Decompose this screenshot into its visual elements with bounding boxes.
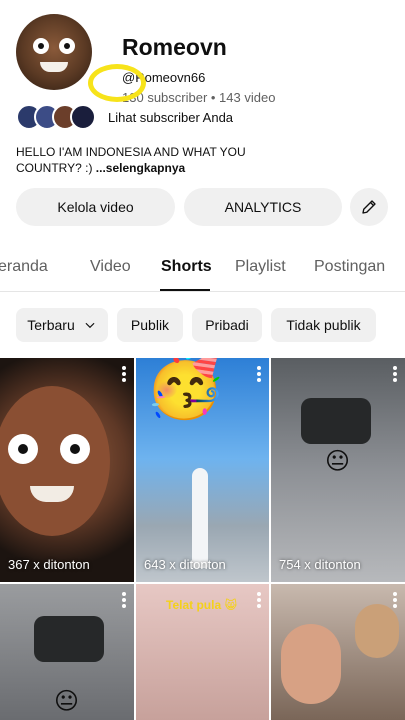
avatar-eye: [59, 38, 75, 54]
filter-chip-pribadi[interactable]: Pribadi: [192, 308, 262, 342]
description-line: HELLO I'AM INDONESIA AND WHAT YOU: [16, 145, 246, 159]
child-image: [355, 604, 399, 658]
more-options-icon[interactable]: [393, 366, 397, 382]
short-caption: Telat pula 😸: [166, 598, 237, 612]
active-tab-indicator: [160, 289, 210, 291]
tab-beranda[interactable]: eranda: [0, 258, 48, 276]
view-count: 367 x ditonton: [8, 557, 90, 572]
see-subscribers-link[interactable]: Lihat subscriber Anda: [108, 110, 233, 125]
avatar-eye: [33, 38, 49, 54]
airplane-image: [192, 468, 208, 568]
channel-description[interactable]: HELLO I'AM INDONESIA AND WHAT YOU COUNTR…: [16, 144, 276, 176]
toy-car-image: [301, 398, 371, 444]
filter-chip-publik[interactable]: Publik: [117, 308, 183, 342]
subscriber-avatar: [70, 104, 96, 130]
sort-label: Terbaru: [27, 317, 75, 333]
tab-playlist[interactable]: Playlist: [235, 258, 286, 276]
channel-name: Romeovn: [122, 34, 227, 60]
description-line: COUNTRY? :) ...selengkapnya: [16, 161, 186, 175]
neutral-face-icon: 😐: [54, 688, 80, 715]
manage-videos-button[interactable]: Kelola video: [16, 188, 175, 226]
tab-shorts[interactable]: Shorts: [161, 258, 212, 276]
avatar-mouth: [40, 62, 68, 72]
subscribers-row[interactable]: Lihat subscriber Anda: [16, 104, 396, 130]
view-count: 643 x ditonton: [144, 557, 226, 572]
edit-channel-button[interactable]: [350, 188, 388, 226]
view-count: 754 x ditonton: [279, 557, 361, 572]
face-thumbnail-image: [0, 386, 110, 536]
channel-stats: 130 subscriber • 143 video: [122, 90, 275, 105]
more-options-icon[interactable]: [393, 592, 397, 608]
party-face-icon: 🥳: [144, 358, 227, 420]
chevron-down-icon: [85, 322, 95, 329]
toy-car-image: [34, 616, 104, 662]
short-thumbnail[interactable]: 😐: [0, 584, 134, 720]
hand-image: [281, 624, 341, 704]
tab-postingan[interactable]: Postingan: [314, 258, 385, 276]
filter-chip-tidak-publik[interactable]: Tidak publik: [271, 308, 376, 342]
more-options-icon[interactable]: [122, 366, 126, 382]
subscriber-avatars: [16, 104, 102, 130]
channel-avatar[interactable]: [16, 14, 92, 90]
short-thumbnail[interactable]: [271, 584, 405, 720]
short-thumbnail[interactable]: 🥳 643 x ditonton: [136, 358, 269, 582]
more-options-icon[interactable]: [122, 592, 126, 608]
short-thumbnail[interactable]: Telat pula 😸: [136, 584, 269, 720]
channel-tabs: eranda Video Shorts Playlist Postingan: [0, 246, 405, 292]
highlight-circle: [88, 64, 146, 102]
shorts-grid: 367 x ditonton 🥳 643 x ditonton 😐 754 x …: [0, 358, 405, 720]
subscriber-video-info: subscriber • 143 video: [143, 90, 276, 105]
more-options-icon[interactable]: [257, 592, 261, 608]
pencil-icon: [362, 200, 376, 214]
channel-header: Romeovn @Romeovn66 130 subscriber • 143 …: [16, 14, 396, 105]
short-thumbnail[interactable]: 😐 754 x ditonton: [271, 358, 405, 582]
tab-video[interactable]: Video: [90, 258, 131, 276]
short-thumbnail[interactable]: 367 x ditonton: [0, 358, 134, 582]
sort-dropdown[interactable]: Terbaru: [16, 308, 108, 342]
read-more-link[interactable]: ...selengkapnya: [96, 161, 185, 175]
analytics-button[interactable]: ANALYTICS: [184, 188, 342, 226]
more-options-icon[interactable]: [257, 366, 261, 382]
neutral-face-icon: 😐: [325, 448, 351, 475]
